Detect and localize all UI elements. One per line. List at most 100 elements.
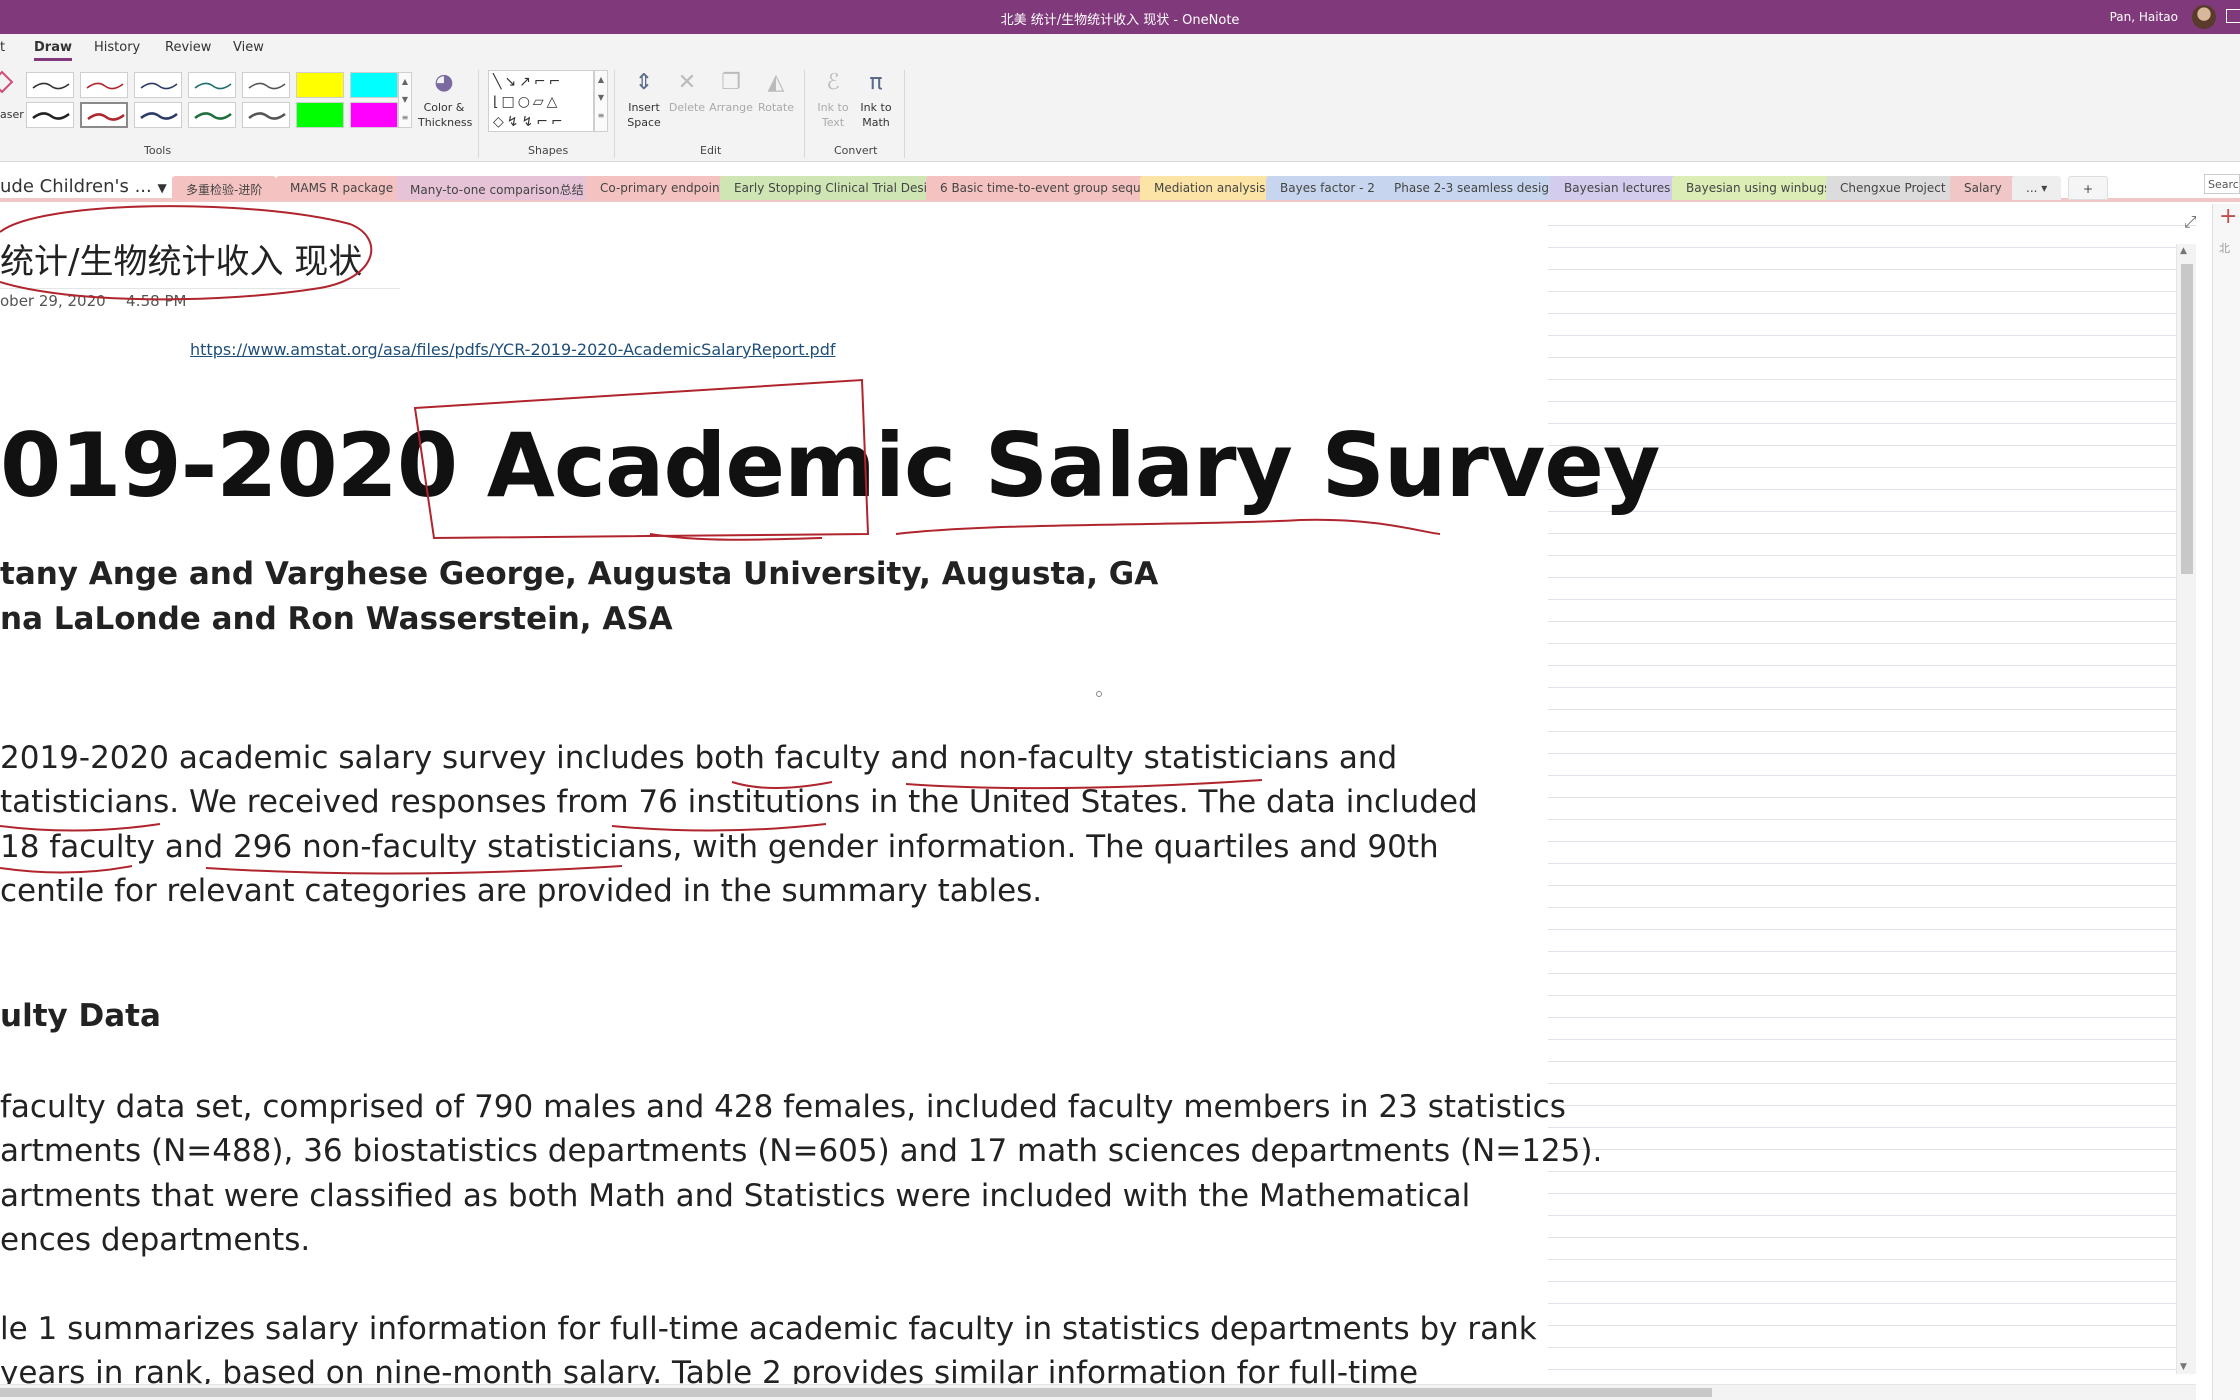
color-thickness-label-2: Thickness [418, 116, 473, 129]
section-tab[interactable]: Co-primary endpoint [586, 176, 739, 200]
add-page-icon[interactable]: + [2219, 204, 2237, 229]
faculty-line[interactable]: faculty data set, comprised of 790 males… [0, 1085, 1566, 1130]
shapes-gallery-scroll[interactable]: ▲ ▼ ≡ [594, 70, 608, 132]
avatar[interactable] [2192, 5, 2216, 29]
eraser-icon[interactable] [0, 70, 14, 94]
more-sections-button[interactable]: ... ▾ [2012, 176, 2062, 200]
delete-label: Delete [668, 101, 706, 114]
pen-navy-medium[interactable] [134, 102, 182, 128]
pen-red-thin[interactable] [80, 72, 128, 98]
ribbon-separator [614, 70, 615, 158]
section-tab[interactable]: MAMS R package [276, 176, 408, 200]
document-heading[interactable]: 019-2020 Academic Salary Survey [0, 416, 1660, 516]
intro-line[interactable]: 18 faculty and 296 non-faculty statistic… [0, 825, 1540, 870]
section-tab[interactable]: Early Stopping Clinical Trial Design [720, 176, 957, 200]
add-section-button[interactable]: + [2068, 176, 2109, 200]
page-time: 4:58 PM [126, 292, 187, 310]
notebook-name: ude Children's ... [0, 176, 152, 197]
authors-line-1[interactable]: tany Ange and Varghese George, Augusta U… [0, 556, 1158, 592]
insert-space-button[interactable]: ⇕ Insert Space [622, 70, 666, 130]
notebook-selector[interactable]: ude Children's ... ▼ [0, 176, 167, 197]
convert-group-label: Convert [834, 144, 878, 157]
ink-academic-underline [649, 533, 823, 541]
authors-line-2[interactable]: na LaLonde and Ron Wasserstein, ASA [0, 601, 673, 637]
ink-salary-survey-underline [895, 518, 1441, 535]
cursor-dot [1096, 691, 1102, 697]
pen-black-thin[interactable] [26, 72, 74, 98]
pen-teal-thin[interactable] [188, 72, 236, 98]
highlighter-cyan[interactable] [350, 72, 398, 98]
pen-gray-thin[interactable] [242, 72, 290, 98]
section-tab[interactable]: Phase 2-3 seamless design [1380, 176, 1571, 200]
section-tab[interactable]: Many-to-one comparison总结 [396, 176, 598, 200]
tools-group-label: Tools [144, 144, 172, 157]
pen-navy-thin[interactable] [134, 72, 182, 98]
ribbon-separator [904, 70, 905, 158]
highlighter-yellow[interactable] [296, 72, 344, 98]
color-thickness-label-1: Color & [423, 101, 465, 114]
section-heading[interactable]: ulty Data [0, 998, 161, 1034]
delete-button[interactable]: ✕ Delete [666, 70, 708, 115]
table-summary-line[interactable]: le 1 summarizes salary information for f… [0, 1307, 1540, 1352]
tab-history[interactable]: History [94, 40, 140, 55]
search-input[interactable]: Search [2204, 174, 2240, 194]
note-page[interactable]: ⤢ 统计/生物统计收入 现状 ober 29, 2020 4:58 PM htt… [0, 204, 2196, 1400]
tab-view[interactable]: View [233, 40, 264, 55]
highlighter-green[interactable] [296, 102, 344, 128]
ribbon-tab-bar: t Draw History Review View [0, 34, 2240, 64]
expand-page-icon[interactable]: ⤢ [2184, 212, 2196, 232]
ink-to-math-icon: π [869, 70, 883, 95]
section-tab[interactable]: Bayesian lectures [1550, 176, 1685, 200]
insert-space-label-1: Insert [628, 101, 660, 114]
horizontal-scroll-thumb[interactable] [0, 1388, 1712, 1397]
section-tab[interactable]: 多重检验-进阶 [172, 176, 277, 200]
section-tab[interactable]: Chengxue Project [1826, 176, 1960, 200]
page-title[interactable]: 统计/生物统计收入 现状 [0, 234, 362, 283]
faculty-line[interactable]: artments (N=488), 36 biostatistics depar… [0, 1129, 1602, 1174]
scroll-up-icon[interactable]: ▲ [2180, 246, 2187, 256]
horizontal-scrollbar[interactable] [0, 1384, 2196, 1400]
report-link[interactable]: https://www.amstat.org/asa/files/pdfs/YC… [190, 340, 836, 359]
pen-green-medium[interactable] [188, 102, 236, 128]
section-tab[interactable]: Salary [1950, 176, 2016, 200]
intro-line[interactable]: tatisticians. We received responses from… [0, 780, 1540, 825]
pen-gallery-scroll[interactable]: ▲ ▼ ≡ [398, 72, 412, 128]
ink-to-text-label-2: Text [821, 116, 845, 129]
page-list-item[interactable]: 北 [2219, 240, 2230, 256]
pen-black-medium[interactable] [26, 102, 74, 128]
tab-review[interactable]: Review [165, 40, 211, 55]
ruled-lines [1548, 204, 2196, 1400]
pen-gray-medium[interactable] [242, 102, 290, 128]
insert-space-label-2: Space [627, 116, 661, 129]
draw-ribbon: aser ▲ ▼ ≡ ◕ Color & Thickness Tools ╲↘↗⌐⌐… [0, 64, 2240, 162]
ink-to-text-button[interactable]: ℰ Ink to Text [812, 70, 854, 130]
arrange-button[interactable]: ❐ Arrange [708, 70, 754, 115]
insert-space-icon: ⇕ [634, 70, 654, 95]
user-name[interactable]: Pan, Haitao [2110, 10, 2178, 24]
shapes-group-label: Shapes [528, 144, 569, 157]
page-list-rail: + 北 [2212, 204, 2240, 1400]
faculty-line[interactable]: ences departments. [0, 1218, 1540, 1263]
delete-icon: ✕ [677, 70, 697, 95]
vertical-scrollbar[interactable]: ▲ ▼ [2176, 244, 2196, 1374]
section-tab[interactable]: Mediation analysis [1140, 176, 1280, 200]
ink-to-math-button[interactable]: π Ink to Math [854, 70, 898, 130]
shapes-gallery[interactable]: ╲↘↗⌐⌐ ⌊□○▱△ ◇↯↯⌐⌐ [488, 70, 594, 132]
color-thickness-button[interactable]: ◕ Color & Thickness [418, 70, 473, 130]
ink-to-text-icon: ℰ [826, 70, 840, 95]
rotate-button[interactable]: ◭ Rotate [754, 70, 798, 115]
section-tab[interactable]: Bayes factor - 2 [1266, 176, 1389, 200]
title-bar: 北美 统计/生物统计收入 现状 - OneNote Pan, Haitao [0, 0, 2240, 34]
section-tab[interactable]: 6 Basic time-to-event group seque... [926, 176, 1174, 200]
intro-line[interactable]: 2019-2020 academic salary survey include… [0, 736, 1540, 781]
scroll-down-icon[interactable]: ▼ [2180, 1362, 2187, 1372]
tab-draw[interactable]: Draw [34, 40, 72, 61]
pen-red-medium-selected[interactable] [80, 102, 128, 128]
faculty-line[interactable]: artments that were classified as both Ma… [0, 1174, 1540, 1219]
tab-file[interactable]: t [0, 40, 5, 55]
section-tab[interactable]: Bayesian using winbugs [1672, 176, 1845, 200]
highlighter-magenta[interactable] [350, 102, 398, 128]
intro-line[interactable]: centile for relevant categories are prov… [0, 869, 1540, 914]
restore-window-icon[interactable] [2226, 9, 2240, 23]
vertical-scroll-thumb[interactable] [2181, 264, 2193, 574]
